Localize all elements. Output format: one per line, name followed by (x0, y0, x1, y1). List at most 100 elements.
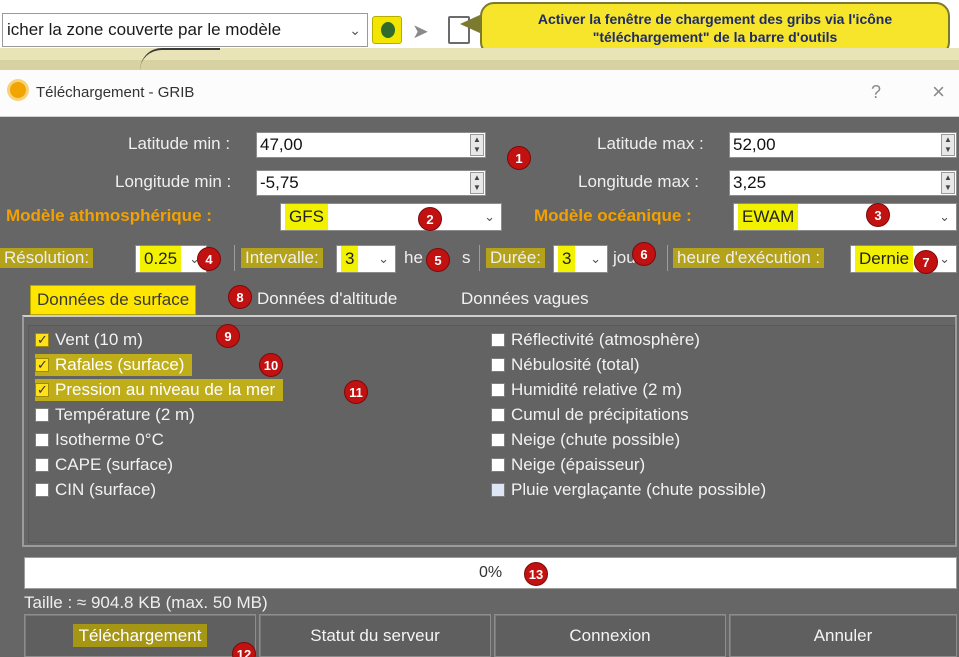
lon-max-value: 3,25 (733, 173, 767, 192)
callout-line-1: Activer la fenêtre de chargement des gri… (537, 11, 893, 27)
server-status-button[interactable]: Statut du serveur (259, 614, 491, 657)
checkbox-checked[interactable] (35, 329, 49, 351)
option-cape[interactable]: CAPE (surface) (35, 454, 173, 476)
help-button[interactable]: ? (871, 82, 881, 103)
lat-max-label: Latitude max : (597, 134, 704, 153)
lon-max-input[interactable]: 3,25 ▲ ▼ (729, 170, 957, 196)
checkbox-unchecked[interactable] (491, 383, 505, 397)
lon-max-spin-arrows[interactable]: ▲ ▼ (941, 172, 955, 194)
option-temperature[interactable]: Température (2 m) (35, 404, 195, 426)
lat-min-value: 47,00 (260, 135, 303, 154)
tab-altitude-data[interactable]: Données d'altitude (257, 285, 397, 315)
navigation-icon[interactable]: ➤ (406, 16, 436, 44)
duration-select[interactable]: 3 ⌄ (553, 245, 608, 273)
lat-min-spin-arrows[interactable]: ▲ ▼ (470, 134, 484, 156)
option-wind[interactable]: Vent (10 m) (35, 329, 143, 351)
cancel-button[interactable]: Annuler (729, 614, 957, 657)
option-snow-possible[interactable]: Neige (chute possible) (491, 429, 680, 451)
interval-label: Intervalle: (241, 248, 323, 268)
option-snow-depth[interactable]: Neige (épaisseur) (491, 454, 645, 476)
option-label: Réflectivité (atmosphère) (511, 330, 700, 349)
option-cin[interactable]: CIN (surface) (35, 479, 156, 501)
checkbox-checked[interactable] (35, 354, 49, 376)
duration-value: 3 (558, 246, 576, 272)
annotation-badge-13: 13 (524, 562, 548, 586)
interval-select[interactable]: 3 ⌄ (336, 245, 396, 273)
close-button[interactable]: × (932, 79, 945, 105)
download-button-label: Téléchargement (72, 624, 208, 647)
option-isotherm[interactable]: Isotherme 0°C (35, 429, 164, 451)
option-gusts[interactable]: Rafales (surface) (35, 354, 193, 376)
checkbox-unchecked[interactable] (35, 458, 49, 472)
resolution-value: 0.25 (140, 246, 182, 272)
interval-unit: he (404, 248, 423, 267)
option-reflectivity[interactable]: Réflectivité (atmosphère) (491, 329, 700, 351)
map-background (0, 48, 959, 70)
run-time-select[interactable]: Dernie ⌄ (850, 245, 957, 273)
chevron-down-icon: ⌄ (939, 209, 950, 224)
progress-text: 0% (478, 564, 503, 581)
download-size: Taille : ≈ 904.8 KB (max. 50 MB) (24, 593, 268, 612)
tab-wave-data[interactable]: Données vagues (461, 285, 589, 315)
zone-coverage-value: icher la zone couverte par le modèle (7, 20, 282, 39)
option-sea-level-pressure[interactable]: Pression au niveau de la mer (35, 379, 284, 401)
checkbox-unchecked[interactable] (35, 483, 49, 497)
checkbox-unchecked[interactable] (491, 333, 505, 347)
option-precipitation[interactable]: Cumul de précipitations (491, 404, 689, 426)
option-relative-humidity[interactable]: Humidité relative (2 m) (491, 379, 682, 401)
lat-max-input[interactable]: 52,00 ▲ ▼ (729, 132, 957, 158)
option-label: Isotherme 0°C (55, 430, 164, 449)
chevron-down-icon: ⌄ (349, 22, 361, 38)
checkbox-unchecked[interactable] (35, 433, 49, 447)
option-label: Humidité relative (2 m) (511, 380, 682, 399)
checkbox-unchecked[interactable] (491, 408, 505, 422)
lat-max-spin-arrows[interactable]: ▲ ▼ (941, 134, 955, 156)
lat-max-value: 52,00 (733, 135, 776, 154)
option-label: Vent (10 m) (55, 330, 143, 349)
annotation-badge-10: 10 (259, 353, 283, 377)
data-tabs: Données de surface Données d'altitude Do… (24, 285, 959, 315)
map-coastline (140, 48, 220, 70)
option-label: Température (2 m) (55, 405, 195, 424)
zone-coverage-select[interactable]: icher la zone couverte par le modèle ⌄ (2, 13, 368, 47)
run-time-value: Dernie (855, 246, 914, 272)
lon-min-spin-arrows[interactable]: ▲ ▼ (470, 172, 484, 194)
interval-unit-tail: s (462, 248, 471, 267)
checkbox-checked[interactable] (35, 379, 49, 401)
dialog-titlebar: Téléchargement - GRIB ? × (0, 70, 959, 117)
annotation-badge-2: 2 (418, 207, 442, 231)
app-sun-icon (10, 82, 26, 98)
checkbox-unchecked[interactable] (491, 458, 505, 472)
surface-data-pane: Vent (10 m) Rafales (surface) Pression a… (22, 315, 957, 547)
checkbox-unchecked[interactable] (491, 433, 505, 447)
download-button[interactable]: Téléchargement (24, 614, 256, 657)
connect-button[interactable]: Connexion (494, 614, 726, 657)
annotation-badge-7: 7 (914, 250, 938, 274)
resolution-label: Résolution: (0, 248, 94, 268)
atmo-model-select[interactable]: GFS ⌄ (280, 203, 502, 231)
lat-min-input[interactable]: 47,00 ▲ ▼ (256, 132, 486, 158)
option-freezing-rain[interactable]: Pluie verglaçante (chute possible) (491, 479, 766, 501)
option-label: CAPE (surface) (55, 455, 174, 474)
grib-download-dialog: Latitude min : 47,00 ▲ ▼ Longitude min : … (0, 117, 959, 657)
annotation-badge-9: 9 (216, 324, 240, 348)
annotation-badge-11: 11 (344, 380, 368, 404)
annotation-badge-4: 4 (197, 247, 221, 271)
tab-surface-data[interactable]: Données de surface (30, 285, 197, 315)
grib-download-icon[interactable] (372, 16, 402, 44)
annotation-badge-5: 5 (426, 248, 450, 272)
chevron-down-icon: ⌄ (484, 209, 495, 224)
option-label: Cumul de précipitations (511, 405, 689, 424)
lon-min-value: -5,75 (260, 173, 299, 192)
download-progress-bar: 0% (24, 557, 957, 589)
separator (667, 245, 668, 271)
ocean-model-select[interactable]: EWAM ⌄ (733, 203, 957, 231)
option-cloud-cover[interactable]: Nébulosité (total) (491, 354, 640, 376)
lon-min-label: Longitude min : (115, 172, 232, 191)
checkbox-unchecked[interactable] (491, 483, 505, 497)
lon-min-input[interactable]: -5,75 ▲ ▼ (256, 170, 486, 196)
toolbar: icher la zone couverte par le modèle ⌄ ➤… (0, 0, 959, 70)
checkbox-unchecked[interactable] (35, 408, 49, 422)
checkbox-unchecked[interactable] (491, 358, 505, 372)
chevron-down-icon: ⌄ (939, 251, 950, 266)
